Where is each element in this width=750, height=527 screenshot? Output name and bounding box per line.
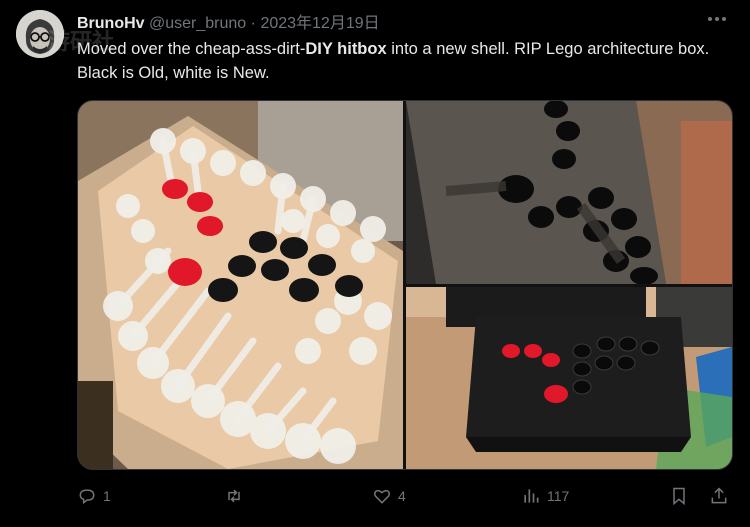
bookmark-icon <box>673 487 685 506</box>
reply-button[interactable]: 1 <box>77 486 111 506</box>
more-horizontal-icon[interactable] <box>706 8 728 35</box>
retweet-button[interactable] <box>224 486 250 506</box>
old-cardboard-hitbox-photo[interactable] <box>78 101 403 469</box>
tweet-text-part: Moved over the cheap-ass-dirt- <box>77 40 306 58</box>
reply-icon <box>79 489 95 505</box>
tweet-header: BrunoHv @user_bruno · 2023年12月19日 <box>77 9 380 33</box>
share-icon <box>711 487 727 504</box>
share-button[interactable] <box>709 486 729 506</box>
tweet-text: Moved over the cheap-ass-dirt-DIY hitbox… <box>77 37 717 85</box>
like-button[interactable]: 4 <box>372 486 406 506</box>
retweet-icon <box>228 489 240 503</box>
tweet-text-bold: DIY hitbox <box>305 40 387 58</box>
views-icon <box>524 489 539 503</box>
black-hitbox-on-desk-photo[interactable] <box>406 287 732 469</box>
author-name[interactable]: BrunoHv <box>77 15 145 32</box>
bookmark-button[interactable] <box>669 486 689 506</box>
separator: · <box>250 15 256 32</box>
media-grid <box>77 100 733 470</box>
tweet-date[interactable]: 2023年12月19日 <box>260 15 379 32</box>
like-icon <box>373 489 391 504</box>
like-count: 4 <box>398 488 406 504</box>
views-count: 117 <box>547 488 570 504</box>
reply-count: 1 <box>103 488 111 504</box>
views-button[interactable]: 117 <box>521 486 569 506</box>
author-handle[interactable]: @user_bruno <box>149 15 246 32</box>
action-bar: 1 4 117 <box>77 486 731 510</box>
new-shell-interior-photo[interactable] <box>406 101 732 284</box>
